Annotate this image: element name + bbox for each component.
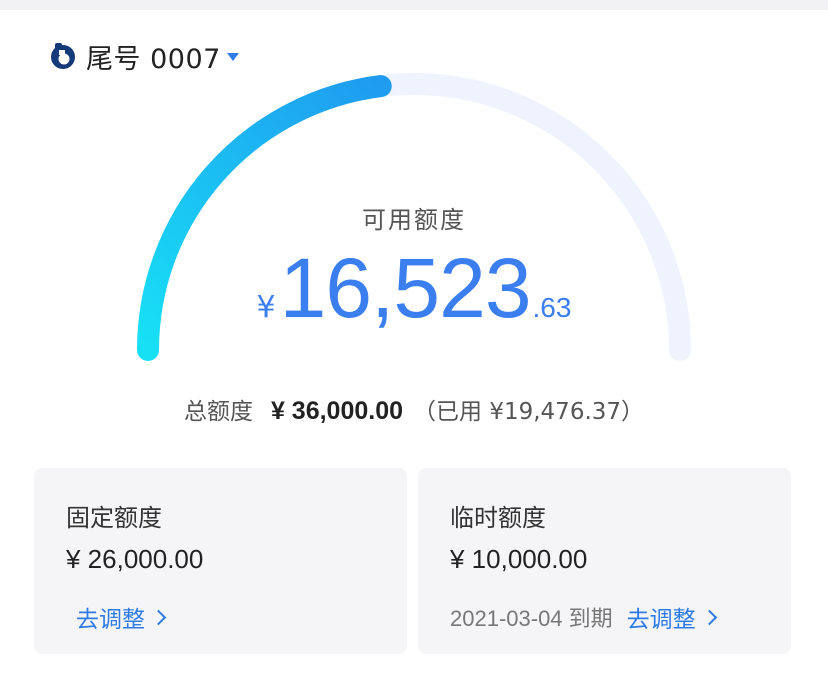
available-decimal: .63: [532, 292, 572, 323]
chevron-right-icon: [701, 609, 717, 626]
available-credit-label: 可用额度: [362, 206, 466, 234]
available-credit-amount: ¥ 16,523 .63: [0, 246, 828, 330]
temp-adjust-link[interactable]: 去调整: [626, 600, 717, 634]
temp-credit-card: 临时额度 ¥ 10,000.00 2021-03-04 到期 去调整: [418, 468, 791, 654]
chevron-right-icon: [150, 609, 167, 626]
total-credit-label: 总额度: [183, 399, 253, 425]
fixed-credit-footer: 去调整: [66, 600, 167, 634]
temp-adjust-label: 去调整: [626, 607, 696, 633]
temp-credit-footer: 2021-03-04 到期 去调整: [450, 600, 717, 634]
total-credit-line: 总额度 ¥ 36,000.00 （已用 ¥19,476.37）: [0, 392, 828, 426]
used-credit-note: （已用 ¥19,476.37）: [413, 399, 645, 425]
fixed-adjust-link[interactable]: 去调整: [76, 600, 167, 634]
fixed-adjust-label: 去调整: [76, 607, 145, 633]
available-integer: 16,523: [279, 241, 532, 335]
fixed-credit-amount: ¥ 26,000.00: [66, 544, 204, 574]
fixed-credit-title: 固定额度: [66, 504, 162, 532]
temp-credit-amount: ¥ 10,000.00: [450, 544, 588, 574]
total-credit-value: ¥ 36,000.00: [270, 397, 404, 425]
temp-credit-title: 临时额度: [450, 504, 546, 532]
temp-expire-date: 2021-03-04 到期: [450, 606, 613, 631]
currency-symbol: ¥: [256, 290, 276, 325]
fixed-credit-card: 固定额度 ¥ 26,000.00 去调整: [34, 468, 407, 654]
